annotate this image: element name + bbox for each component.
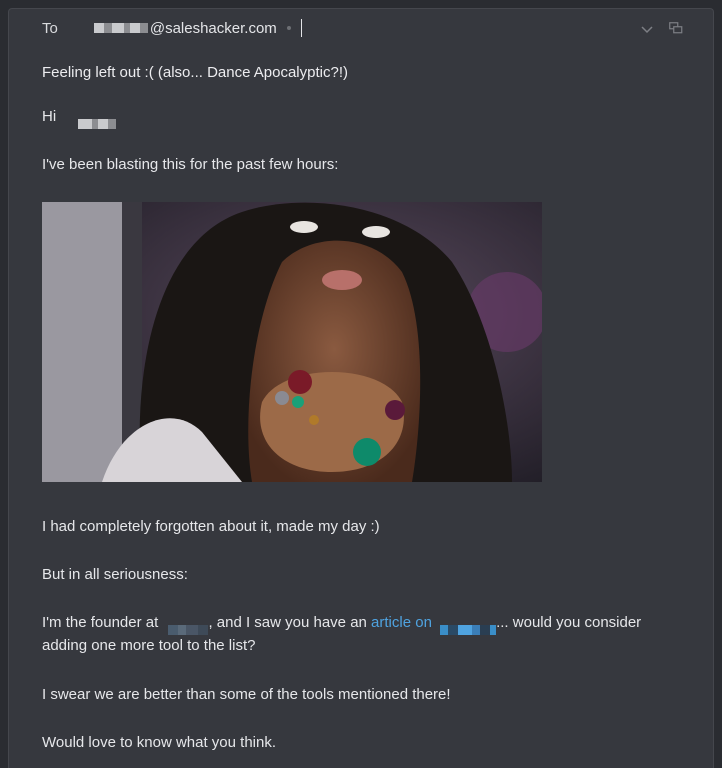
- header-actions: [641, 21, 683, 39]
- body-line-5[interactable]: I swear we are better than some of the t…: [42, 683, 682, 706]
- article-link[interactable]: article on: [371, 614, 432, 631]
- to-field[interactable]: To @saleshacker.com: [42, 18, 302, 38]
- popout-icon[interactable]: [669, 21, 683, 39]
- name-redacted: [78, 112, 117, 130]
- body-line-1[interactable]: I've been blasting this for the past few…: [42, 153, 682, 176]
- greeting-text: Hi: [42, 108, 57, 125]
- greeting-line[interactable]: Hi: [42, 105, 682, 130]
- compose-window: To @saleshacker.com Feeling left out :( …: [8, 8, 714, 768]
- recipient-redacted: [93, 23, 148, 33]
- separator-dot: [286, 26, 291, 30]
- consider-text: ... would you consider: [496, 614, 642, 631]
- animated-gif-image: [42, 202, 542, 482]
- recipient-domain: @saleshacker.com: [149, 19, 277, 37]
- adding-tool-text: adding one more tool to the list?: [42, 637, 256, 654]
- text-cursor: [300, 19, 302, 37]
- to-label: To: [42, 19, 58, 37]
- body-line-6[interactable]: Would love to know what you think.: [42, 731, 682, 754]
- subject-line[interactable]: Feeling left out :( (also... Dance Apoca…: [42, 61, 682, 84]
- article-topic-redacted: [440, 618, 497, 636]
- article-intro-text: , and I saw you have an: [208, 614, 367, 631]
- founder-text: I'm the founder at: [42, 614, 159, 631]
- company-redacted: [168, 618, 209, 636]
- body-paragraph-4[interactable]: I'm the founder at , and I saw you have …: [42, 611, 682, 657]
- body-line-3[interactable]: But in all seriousness:: [42, 563, 682, 586]
- body-line-2[interactable]: I had completely forgotten about it, mad…: [42, 515, 682, 538]
- chevron-down-icon[interactable]: [641, 21, 653, 39]
